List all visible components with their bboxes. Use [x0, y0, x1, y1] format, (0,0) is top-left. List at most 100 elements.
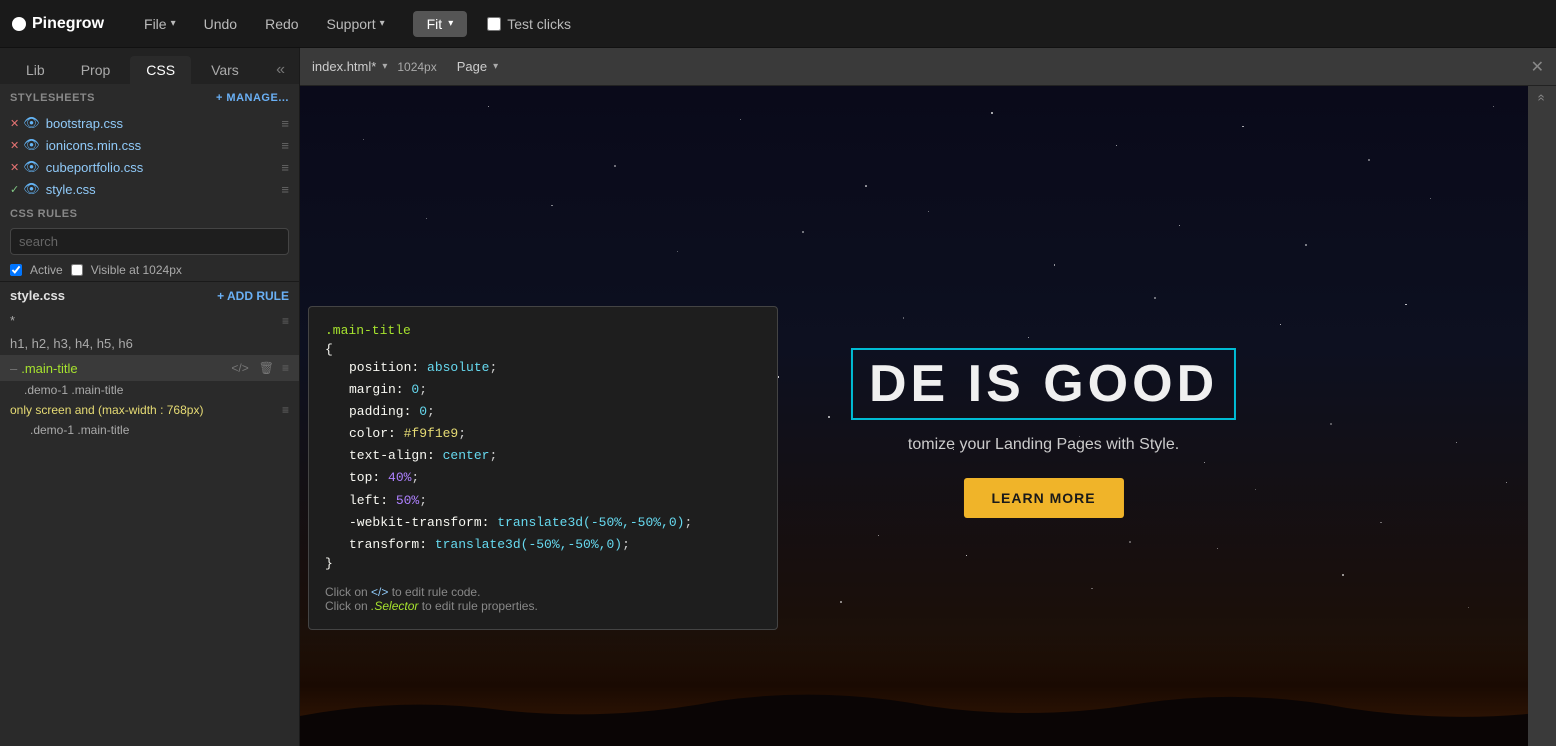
- rule-media: only screen and (max-width : 768px) ≡: [0, 399, 299, 421]
- star: [1405, 304, 1407, 306]
- stylesheet-item-cubeportfolio: ✕ 👁 cubeportfolio.css ≡: [0, 156, 299, 178]
- stylesheet-ionicons-name[interactable]: ionicons.min.css: [46, 138, 278, 153]
- tab-vars[interactable]: Vars: [195, 56, 255, 84]
- code-ref: </>: [371, 585, 388, 599]
- panel-tabs: Lib Prop CSS Vars «: [0, 48, 299, 84]
- star: [1116, 145, 1117, 146]
- star: [928, 211, 929, 212]
- stylesheet-item-style: ✓ 👁 style.css ≡: [0, 178, 299, 200]
- fit-button[interactable]: Fit ▾: [413, 11, 468, 37]
- visible-filter-checkbox[interactable]: [71, 264, 83, 276]
- rule-delete-button[interactable]: 🗑: [257, 359, 276, 377]
- popup-close-brace: }: [325, 556, 761, 571]
- main-area: Lib Prop CSS Vars « STYLESHEETS + MANAGE…: [0, 48, 1556, 746]
- filter-row: Active Visible at 1024px: [0, 259, 299, 281]
- eye-cubeportfolio-icon[interactable]: 👁: [23, 159, 40, 175]
- star: [1342, 574, 1344, 576]
- support-menu-button[interactable]: Support ▾: [319, 12, 393, 36]
- stylesheet-bootstrap-menu-icon[interactable]: ≡: [281, 116, 289, 131]
- file-size-chevron-icon: ▾: [382, 61, 387, 72]
- learn-more-button[interactable]: LEARN MORE: [963, 478, 1123, 518]
- redo-button[interactable]: Redo: [257, 12, 306, 36]
- stylesheet-cubeportfolio-menu-icon[interactable]: ≡: [281, 160, 289, 175]
- popup-prop-text-align: text-align: center;: [325, 445, 761, 467]
- hero-title: DE IS GOOD: [851, 348, 1236, 420]
- stylesheet-bootstrap-name[interactable]: bootstrap.css: [46, 116, 278, 131]
- star: [677, 251, 678, 252]
- stylesheet-style-menu-icon[interactable]: ≡: [281, 182, 289, 197]
- preview-viewport: DE IS GOOD tomize your Landing Pages wit…: [300, 86, 1556, 746]
- file-size-label: 1024px: [397, 60, 436, 74]
- rule-item-main-title[interactable]: – .main-title </> 🗑 ≡: [0, 355, 299, 381]
- rule-media-menu-icon[interactable]: ≡: [282, 403, 289, 417]
- popup-prop-margin: margin: 0;: [325, 379, 761, 401]
- disable-cubeportfolio-icon[interactable]: ✕: [10, 161, 19, 174]
- rule-universal-name: *: [10, 313, 282, 328]
- star: [1380, 522, 1382, 524]
- file-menu-button[interactable]: File ▾: [136, 12, 184, 36]
- star: [1430, 198, 1431, 199]
- support-label: Support: [327, 16, 376, 32]
- rule-item-headings[interactable]: h1, h2, h3, h4, h5, h6: [0, 332, 299, 355]
- eye-style-icon[interactable]: 👁: [23, 181, 40, 197]
- active-filter-label: Active: [30, 263, 63, 277]
- popup-footer: Click on </> to edit rule code. Click on…: [325, 585, 761, 613]
- undo-label: Undo: [204, 16, 237, 32]
- active-filter-checkbox[interactable]: [10, 264, 22, 276]
- rule-media-sub[interactable]: .demo-1 .main-title: [0, 421, 299, 439]
- rule-main-title-name: .main-title: [21, 361, 229, 376]
- page-dropdown[interactable]: Page ▾: [457, 59, 498, 74]
- popup-prop-position: position: absolute;: [325, 357, 761, 379]
- popup-open-brace: {: [325, 342, 761, 357]
- selector-ref: .Selector: [371, 599, 418, 613]
- star: [1028, 337, 1029, 338]
- popup-prop-color: color: #f9f1e9;: [325, 423, 761, 445]
- file-tab[interactable]: index.html* ▾ 1024px: [312, 59, 437, 74]
- redo-label: Redo: [265, 16, 298, 32]
- star: [966, 555, 967, 556]
- rule-item-universal[interactable]: * ≡: [0, 309, 299, 332]
- star: [1179, 225, 1180, 226]
- star: [1154, 297, 1156, 299]
- test-clicks-checkbox[interactable]: [487, 17, 501, 31]
- stylesheet-style-name[interactable]: style.css: [46, 182, 278, 197]
- stylesheet-cubeportfolio-name[interactable]: cubeportfolio.css: [46, 160, 278, 175]
- preview-area: index.html* ▾ 1024px Page ▾ ✕ DE IS GOOD…: [300, 48, 1556, 746]
- stylesheets-header: STYLESHEETS + MANAGE...: [0, 84, 299, 112]
- eye-bootstrap-icon[interactable]: 👁: [23, 115, 40, 131]
- add-rule-button[interactable]: + ADD RULE: [217, 289, 289, 303]
- tab-lib[interactable]: Lib: [10, 56, 61, 84]
- popup-prop-left: left: 50%;: [325, 490, 761, 512]
- app-name: Pinegrow: [32, 15, 104, 33]
- star: [840, 601, 842, 603]
- panel-collapse-button[interactable]: «: [272, 57, 289, 83]
- undo-button[interactable]: Undo: [196, 12, 245, 36]
- disable-ionicons-icon[interactable]: ✕: [10, 139, 19, 152]
- css-rules-header: CSS RULES: [0, 200, 299, 224]
- rule-main-title-menu-icon[interactable]: ≡: [282, 361, 289, 375]
- logo-icon: [12, 17, 26, 31]
- star: [614, 165, 616, 167]
- stylesheet-ionicons-menu-icon[interactable]: ≡: [281, 138, 289, 153]
- star: [1242, 126, 1244, 128]
- popup-footer-line2: Click on .Selector to edit rule properti…: [325, 599, 761, 613]
- toolbar: Pinegrow File ▾ Undo Redo Support ▾ Fit …: [0, 0, 1556, 48]
- stylesheet-item-bootstrap: ✕ 👁 bootstrap.css ≡: [0, 112, 299, 134]
- eye-ionicons-icon[interactable]: 👁: [23, 137, 40, 153]
- visible-filter-label: Visible at 1024px: [91, 263, 182, 277]
- rule-code-edit-button[interactable]: </>: [229, 359, 250, 377]
- rule-universal-menu-icon[interactable]: ≡: [282, 314, 289, 328]
- star: [865, 185, 867, 187]
- rule-sub-demo-main-title[interactable]: .demo-1 .main-title: [0, 381, 299, 399]
- tab-prop[interactable]: Prop: [65, 56, 127, 84]
- close-preview-button[interactable]: ✕: [1531, 57, 1544, 77]
- tab-css[interactable]: CSS: [130, 56, 191, 84]
- search-input[interactable]: [10, 228, 289, 255]
- manage-stylesheets-button[interactable]: + MANAGE...: [216, 92, 289, 104]
- rule-headings-name: h1, h2, h3, h4, h5, h6: [10, 336, 289, 351]
- star: [1054, 264, 1056, 266]
- disable-bootstrap-icon[interactable]: ✕: [10, 117, 19, 130]
- collapse-right-button[interactable]: «: [1535, 94, 1550, 101]
- popup-prop-transform: transform: translate3d(-50%,-50%,0);: [325, 534, 761, 556]
- rule-media-name: only screen and (max-width :: [10, 403, 163, 417]
